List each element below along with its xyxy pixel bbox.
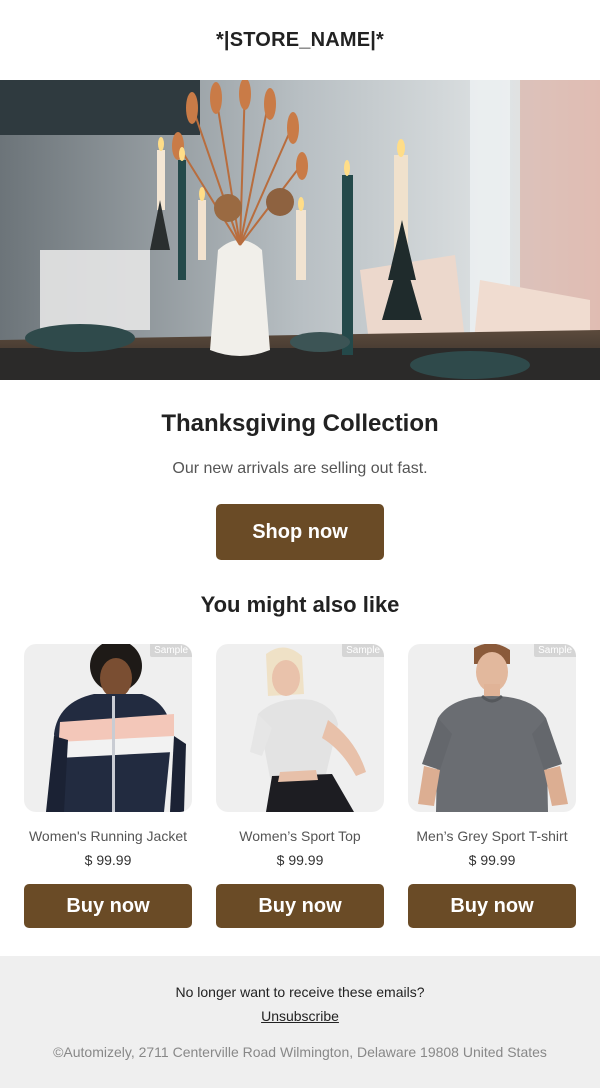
product-card: Sample Women's Running Jacket $ 99.99 Bu… bbox=[24, 644, 192, 928]
hero-subtitle: Our new arrivals are selling out fast. bbox=[172, 460, 428, 477]
product-image-running-jacket[interactable]: Sample bbox=[24, 644, 192, 812]
sample-badge: Sample bbox=[534, 644, 576, 657]
product-price: $ 99.99 bbox=[84, 852, 132, 868]
cta-wrap: Shop now bbox=[0, 504, 600, 560]
shop-now-button[interactable]: Shop now bbox=[216, 504, 384, 560]
buy-now-button[interactable]: Buy now bbox=[408, 884, 576, 928]
product-name: Men’s Grey Sport T-shirt bbox=[416, 828, 568, 844]
product-card: Sample Men’s Grey Sport T-shirt $ 99.99 … bbox=[408, 644, 576, 928]
grey-tshirt-illustration bbox=[418, 644, 568, 812]
buy-now-button[interactable]: Buy now bbox=[24, 884, 192, 928]
sample-badge: Sample bbox=[342, 644, 384, 657]
hero-image bbox=[0, 80, 600, 380]
product-price: $ 99.99 bbox=[276, 852, 324, 868]
product-image-sport-top[interactable]: Sample bbox=[216, 644, 384, 812]
product-price: $ 99.99 bbox=[468, 852, 516, 868]
unsubscribe-link[interactable]: Unsubscribe bbox=[261, 1008, 339, 1024]
sport-top-illustration bbox=[250, 647, 366, 812]
email-header: *|STORE_NAME|* bbox=[0, 0, 600, 80]
unsubscribe-question: No longer want to receive these emails? bbox=[175, 984, 425, 1000]
sample-badge: Sample bbox=[150, 644, 192, 657]
product-name: Women’s Sport Top bbox=[239, 828, 361, 844]
product-grid: Sample Women's Running Jacket $ 99.99 Bu… bbox=[0, 644, 600, 928]
store-name: *|STORE_NAME|* bbox=[215, 28, 385, 51]
email-page: *|STORE_NAME|* Thanksgiving Collection O… bbox=[0, 0, 600, 1088]
company-address: ©Automizely, 2711 Centerville Road Wilmi… bbox=[53, 1044, 547, 1060]
product-card: Sample Women’s Sport Top $ 99.99 Buy now bbox=[216, 644, 384, 928]
product-name: Women's Running Jacket bbox=[28, 828, 188, 844]
buy-now-button[interactable]: Buy now bbox=[216, 884, 384, 928]
email-footer: No longer want to receive these emails? … bbox=[0, 956, 600, 1088]
product-image-grey-tshirt[interactable]: Sample bbox=[408, 644, 576, 812]
running-jacket-illustration bbox=[46, 644, 186, 812]
recommendations-title: You might also like bbox=[200, 592, 400, 617]
hero-title: Thanksgiving Collection bbox=[161, 410, 439, 437]
